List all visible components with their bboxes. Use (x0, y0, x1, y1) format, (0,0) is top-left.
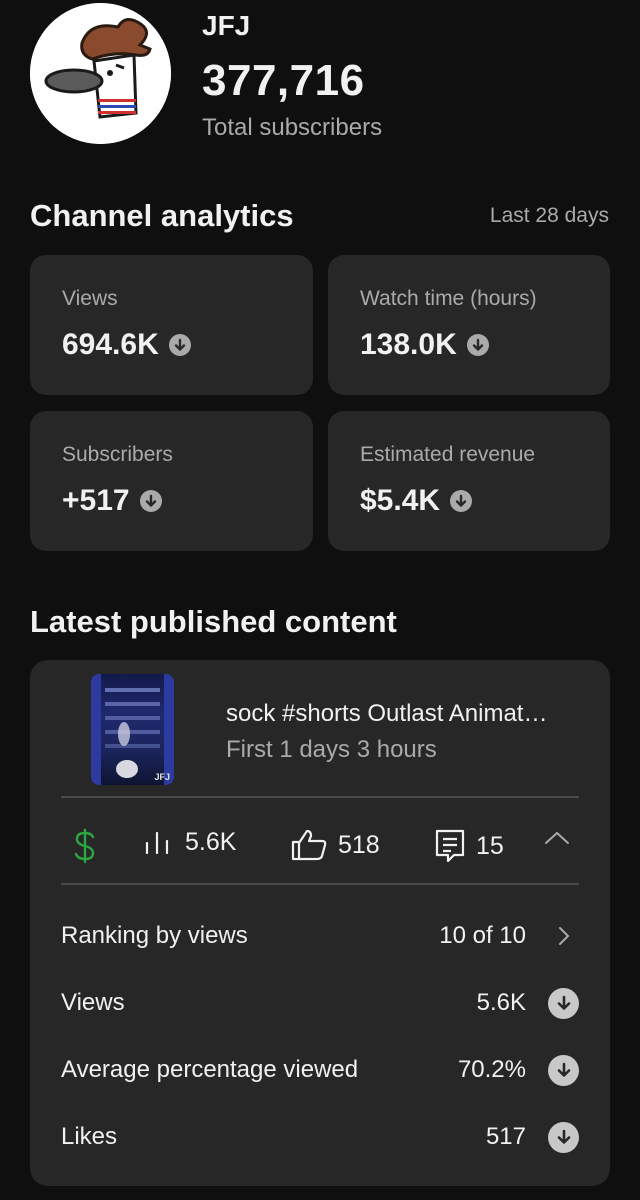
chevron-up-icon (545, 831, 569, 844)
likes-stat[interactable]: 518 (290, 828, 380, 862)
metric-label: Views (62, 287, 118, 310)
dollar-icon (74, 828, 95, 864)
chevron-right-icon (548, 925, 579, 947)
row-value: 517 (485, 1123, 526, 1150)
likes-count: 518 (338, 830, 380, 859)
video-thumbnail[interactable]: JFJ (91, 674, 174, 785)
down-arrow-icon (548, 1054, 579, 1086)
row-label: Ranking by views (61, 922, 248, 949)
metric-card-subscribers[interactable]: Subscribers +517 (30, 411, 313, 551)
ranking-row[interactable]: Ranking by views 10 of 10 (61, 916, 579, 956)
row-label: Likes (61, 1123, 118, 1150)
likes-row: Likes 517 (61, 1117, 579, 1157)
metric-value: +517 (62, 484, 130, 517)
channel-avatar[interactable] (30, 3, 171, 144)
metric-label: Estimated revenue (360, 443, 536, 466)
metric-value-row: +517 (62, 484, 162, 518)
row-value: 10 of 10 (439, 922, 526, 949)
latest-content-card: JFJ sock #shorts Outlast Animat… First 1… (30, 660, 610, 1186)
subscriber-count: 377,716 (202, 56, 365, 105)
down-arrow-icon (168, 334, 191, 356)
comments-stat[interactable]: 15 (434, 828, 504, 864)
row-value: 5.6K (476, 989, 526, 1016)
metric-value: 138.0K (360, 328, 457, 361)
comment-icon (435, 829, 465, 863)
collapse-button[interactable] (542, 828, 572, 848)
metric-card-revenue[interactable]: Estimated revenue $5.4K (328, 411, 610, 551)
metric-card-watch-time[interactable]: Watch time (hours) 138.0K (328, 255, 610, 395)
thumbnail-image (91, 674, 174, 785)
row-value: 70.2% (457, 1056, 526, 1083)
down-arrow-icon (139, 490, 162, 512)
video-title[interactable]: sock #shorts Outlast Animat… (226, 700, 547, 728)
video-timeframe: First 1 days 3 hours (226, 736, 437, 763)
avg-percentage-row: Average percentage viewed 70.2% (61, 1050, 579, 1090)
metric-value-row: $5.4K (360, 484, 473, 518)
divider (61, 796, 579, 798)
thumbnail-watermark: JFJ (154, 772, 170, 782)
views-stat[interactable]: 5.6K (143, 828, 236, 857)
date-range[interactable]: Last 28 days (490, 204, 609, 228)
metric-label: Subscribers (62, 443, 173, 466)
thumbs-up-icon (291, 829, 327, 861)
row-label: Views (61, 989, 125, 1016)
revenue-stat[interactable] (72, 828, 98, 864)
comments-count: 15 (476, 831, 504, 860)
avatar-illustration (30, 3, 171, 144)
metric-label: Watch time (hours) (360, 287, 537, 310)
metric-value: $5.4K (360, 484, 441, 517)
bar-chart-icon (145, 831, 169, 854)
views-row: Views 5.6K (61, 983, 579, 1023)
views-count: 5.6K (185, 828, 237, 856)
section-title-latest: Latest published content (30, 604, 397, 639)
channel-name: JFJ (202, 10, 251, 41)
metric-value-row: 694.6K (62, 328, 191, 362)
down-arrow-icon (466, 334, 489, 356)
subscriber-label: Total subscribers (202, 114, 383, 141)
metric-value-row: 138.0K (360, 328, 489, 362)
down-arrow-icon (450, 490, 473, 512)
metric-card-views[interactable]: Views 694.6K (30, 255, 313, 395)
row-label: Average percentage viewed (61, 1056, 359, 1083)
down-arrow-icon (548, 1121, 579, 1153)
metric-value: 694.6K (62, 328, 159, 361)
section-title-analytics: Channel analytics (30, 198, 294, 233)
divider (61, 883, 579, 885)
down-arrow-icon (548, 987, 579, 1019)
